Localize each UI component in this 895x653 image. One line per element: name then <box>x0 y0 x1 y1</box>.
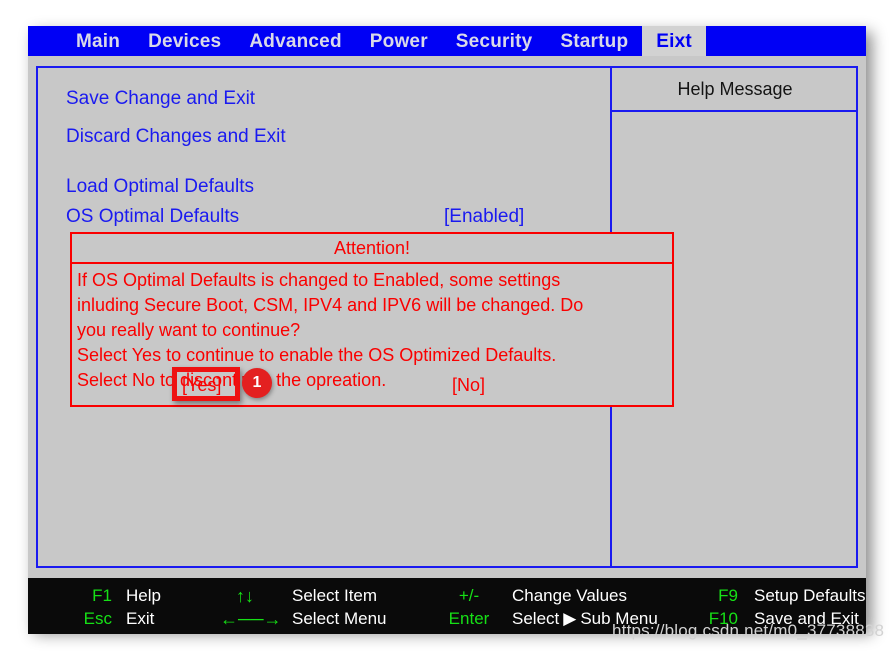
tab-exit[interactable]: Eixt <box>642 26 706 56</box>
key-description-pre: Select <box>512 609 560 628</box>
attention-dialog-title: Attention! <box>72 234 672 264</box>
bios-setup-window: Main Devices Advanced Power Security Sta… <box>28 26 866 634</box>
menu-bar: Main Devices Advanced Power Security Sta… <box>28 26 866 56</box>
footer-item-change-values: +/- Change Values <box>440 584 658 607</box>
footer-item-esc-exit: Esc Exit <box>68 607 161 630</box>
up-down-arrow-icon: ↑↓ <box>236 585 254 606</box>
right-triangle-icon: ▶ <box>563 609 577 628</box>
tab-power[interactable]: Power <box>356 26 442 56</box>
key-description: Select Menu <box>292 609 387 628</box>
bios-body: Save Change and Exit Discard Changes and… <box>28 56 866 634</box>
menu-bar-filler <box>705 26 866 56</box>
annotation-step-badge: 1 <box>242 368 272 398</box>
key-description: Exit <box>126 609 155 628</box>
tab-security[interactable]: Security <box>442 26 547 56</box>
help-message-title: Help Message <box>677 79 793 99</box>
attention-line: Select Yes to continue to enable the OS … <box>77 345 557 365</box>
key-description: Select Item <box>292 586 378 605</box>
watermark-text: https://blog.csdn.net/m0_37738838 <box>612 621 885 640</box>
left-right-arrow-icon: ←──→ <box>220 608 282 629</box>
setting-load-optimal-defaults[interactable]: Load Optimal Defaults <box>66 174 596 200</box>
footer-column-2: ↑↓ Select Item ←──→ Select Menu <box>220 584 387 630</box>
key-label: F9 <box>718 586 738 605</box>
setting-label: OS Optimal Defaults <box>66 206 240 227</box>
key-description: Setup Defaults <box>754 586 866 605</box>
settings-list: Save Change and Exit Discard Changes and… <box>38 68 674 566</box>
setting-os-optimal-defaults[interactable]: OS Optimal Defaults [Enabled] <box>66 204 596 230</box>
key-label: +/- <box>458 586 480 605</box>
key-label: F1 <box>92 586 112 605</box>
footer-item-f1-help: F1 Help <box>68 584 161 607</box>
main-panel: Save Change and Exit Discard Changes and… <box>36 66 858 568</box>
footer-item-select-menu: ←──→ Select Menu <box>220 607 387 630</box>
key-description: Help <box>126 586 161 605</box>
attention-dialog: Attention! If OS Optimal Defaults is cha… <box>70 232 674 407</box>
key-description: Change Values <box>512 586 627 605</box>
attention-line: inluding Secure Boot, CSM, IPV4 and IPV6… <box>77 295 584 315</box>
tab-devices[interactable]: Devices <box>134 26 235 56</box>
tab-main[interactable]: Main <box>62 26 134 56</box>
footer-item-f9-setup-defaults: F9 Setup Defaults <box>700 584 866 607</box>
yes-button[interactable]: [Yes] <box>182 371 221 399</box>
setting-label: Load Optimal Defaults <box>66 176 254 197</box>
setting-save-change-and-exit[interactable]: Save Change and Exit <box>66 86 596 112</box>
footer-item-select-item: ↑↓ Select Item <box>220 584 387 607</box>
attention-dialog-buttons: [Yes] 1 [No] <box>72 367 672 401</box>
setting-value-os-optimal-defaults[interactable]: [Enabled] <box>444 206 524 228</box>
help-message-header: Help Message <box>612 68 858 112</box>
no-button[interactable]: [No] <box>452 371 485 399</box>
setting-label: Save Change and Exit <box>66 88 256 109</box>
footer-column-1: F1 Help Esc Exit <box>68 584 161 630</box>
attention-line: If OS Optimal Defaults is changed to Ena… <box>77 270 561 290</box>
key-label: Esc <box>83 609 112 628</box>
setting-label: Discard Changes and Exit <box>66 126 286 147</box>
tab-advanced[interactable]: Advanced <box>235 26 355 56</box>
attention-line: you really want to continue? <box>77 320 301 340</box>
tab-startup[interactable]: Startup <box>546 26 642 56</box>
key-label: Enter <box>448 609 490 628</box>
setting-discard-changes-and-exit[interactable]: Discard Changes and Exit <box>66 124 596 150</box>
